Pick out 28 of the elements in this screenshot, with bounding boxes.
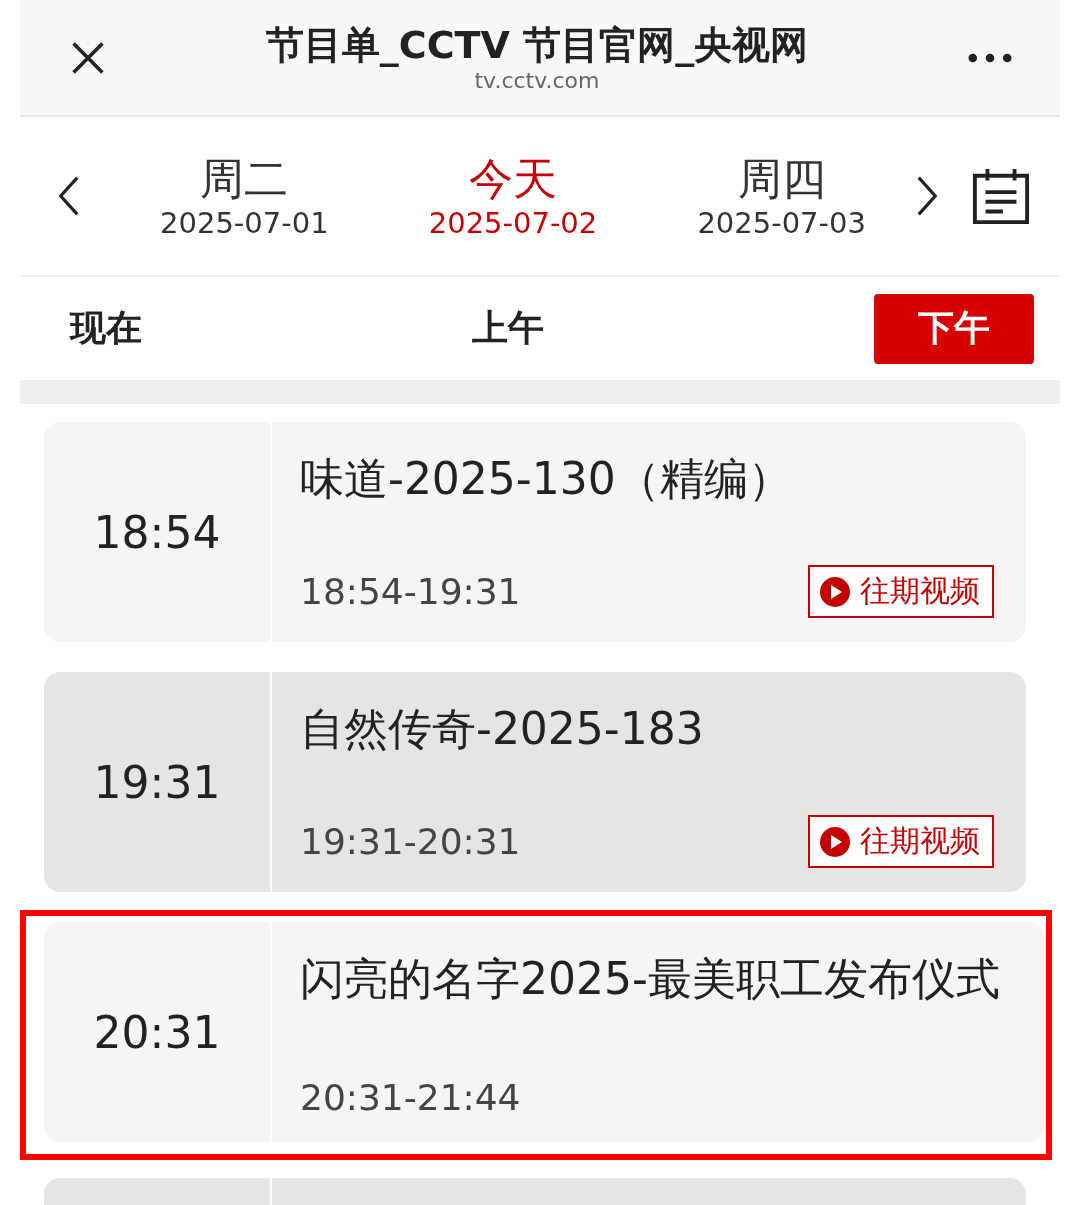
period-tab[interactable]: 现在 xyxy=(70,293,142,364)
period-tab[interactable]: 下午 xyxy=(874,293,1034,364)
time-range: 18:54-19:31 xyxy=(300,571,521,612)
page-url: tv.cctv.com xyxy=(474,68,600,93)
start-time: 18:54 xyxy=(93,506,221,558)
previous-icon[interactable] xyxy=(58,175,80,217)
time-range: 19:31-20:31 xyxy=(300,821,521,862)
calendar-icon[interactable] xyxy=(972,167,1030,225)
program-title: 味道-2025-130（精编） xyxy=(300,452,793,506)
day-tab[interactable]: 周四 2025-07-03 xyxy=(647,152,916,240)
replay-button[interactable]: 往期视频 xyxy=(808,815,994,868)
page-title: 节目单_CCTV 节目官网_央视网 xyxy=(265,22,809,68)
program-card[interactable]: 19:31 自然传奇-2025-183 19:31-20:31 往期视频 xyxy=(44,672,1026,892)
program-title: 自然传奇-2025-183 xyxy=(300,702,705,756)
start-time: 20:31 xyxy=(93,1006,221,1058)
time-range: 20:31-21:44 xyxy=(300,1077,521,1118)
play-icon xyxy=(820,826,850,857)
day-tab[interactable]: 今天 2025-07-02 xyxy=(378,152,648,240)
more-icon[interactable] xyxy=(968,52,1012,63)
period-tab[interactable]: 上午 xyxy=(428,293,588,364)
play-icon xyxy=(820,576,850,607)
replay-button[interactable]: 往期视频 xyxy=(808,565,994,618)
start-time: 19:31 xyxy=(93,756,221,808)
day-tab[interactable]: 周二 2025-07-01 xyxy=(110,152,379,240)
program-title: 闪亮的名字2025-最美职工发布仪式 xyxy=(300,952,1001,1006)
program-card[interactable]: 20:31 闪亮的名字2025-最美职工发布仪式 20:31-21:44 xyxy=(44,922,1044,1142)
next-icon[interactable] xyxy=(916,175,938,217)
program-card[interactable]: 18:54 味道-2025-130（精编） 18:54-19:31 往期视频 xyxy=(44,422,1026,642)
